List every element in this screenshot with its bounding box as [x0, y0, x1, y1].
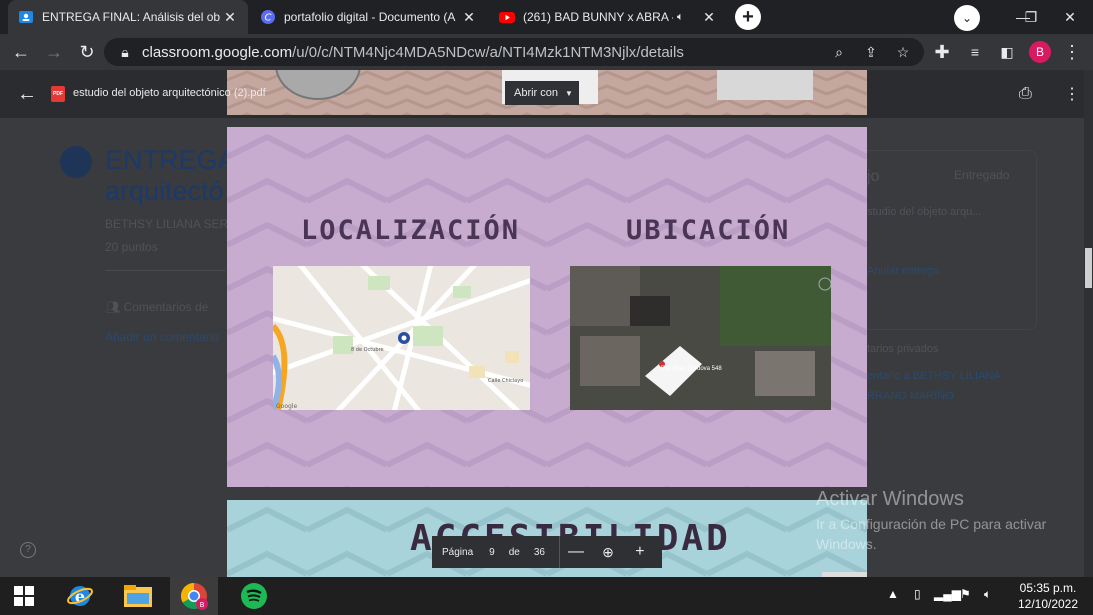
- browser-toolbar: ← → ↻ 🔒︎ classroom.google.com/u/0/c/NTM4…: [0, 34, 1093, 70]
- svg-text:Calle Chiclayo: Calle Chiclayo: [488, 378, 523, 384]
- svg-text:8 de Octubre: 8 de Octubre: [351, 347, 384, 353]
- page-controls: Página 9 de 36 — ⊕ +: [432, 536, 662, 568]
- speaker-icon[interactable]: 🔈︎: [677, 11, 684, 24]
- battery-icon[interactable]: ▯: [914, 587, 921, 601]
- zoom-icon[interactable]: ⌕: [830, 43, 848, 61]
- page-of-label: de: [508, 546, 520, 558]
- unsubmit-button[interactable]: Anular entrega: [867, 265, 939, 277]
- file-explorer-icon[interactable]: [114, 577, 162, 615]
- private-comment-link-1[interactable]: entario a BETHSY LILIANA: [867, 370, 1001, 382]
- print-icon[interactable]: ⎙: [1019, 85, 1032, 103]
- spotify-icon[interactable]: [230, 577, 278, 615]
- new-tab-button[interactable]: +: [735, 4, 761, 30]
- assignment-author: BETHSY LILIANA SERR: [105, 217, 237, 231]
- side-panel-icon[interactable]: ◧: [995, 40, 1019, 64]
- chrome-icon[interactable]: B: [170, 577, 218, 615]
- address-bar[interactable]: 🔒︎ classroom.google.com/u/0/c/NTM4Njc4MD…: [104, 38, 924, 66]
- forward-button[interactable]: →: [42, 40, 66, 64]
- heading-localizacion: LOCALIZACIÓN: [301, 215, 521, 246]
- activation-watermark-text: Ir a Configuración de PC para activar Wi…: [816, 516, 1047, 552]
- your-work-title: jo: [867, 168, 880, 185]
- svg-text:B: B: [200, 601, 205, 609]
- viewer-top-bar: ← PDF estudio del objeto arquitectónico …: [0, 70, 1093, 118]
- caret-down-icon: ▼: [565, 88, 573, 98]
- heading-ubicacion: UBICACIÓN: [626, 215, 791, 246]
- private-comment-link-2[interactable]: RRANO MARIÑO: [867, 390, 954, 402]
- street-map-image: 8 de Octubre Calle Chiclayo Google: [273, 266, 530, 410]
- tab-title: ENTREGA FINAL: Análisis del obje: [42, 10, 220, 24]
- tab-strip: ENTREGA FINAL: Análisis del obje ✕ C por…: [0, 0, 1093, 34]
- close-icon[interactable]: ✕: [701, 9, 717, 26]
- reload-button[interactable]: ↻: [75, 40, 99, 64]
- scrollbar[interactable]: [1084, 70, 1093, 577]
- extensions-icon[interactable]: ✚: [930, 40, 954, 64]
- people-icon: 👥︎: [105, 300, 124, 314]
- windows-icon: [14, 586, 34, 606]
- page-total: 36: [533, 546, 545, 558]
- flag-icon[interactable]: ⚑: [960, 587, 971, 601]
- pdf-page-current: LOCALIZACIÓN UBICACIÓN 8 de Octubre Call…: [227, 127, 867, 487]
- share-icon[interactable]: ⇪: [862, 43, 880, 61]
- internet-explorer-icon[interactable]: e: [56, 577, 104, 615]
- satellite-address-label: Psj. Gral. Córdova 548: [661, 366, 722, 372]
- zoom-icon[interactable]: ⊕: [592, 544, 624, 561]
- avatar: B: [1029, 41, 1051, 63]
- svg-text:C: C: [265, 13, 272, 24]
- zoom-in-button[interactable]: +: [624, 543, 656, 561]
- back-button[interactable]: ←: [9, 40, 33, 64]
- star-icon[interactable]: ☆: [894, 43, 912, 61]
- profile-button[interactable]: B: [1028, 40, 1052, 64]
- lock-icon[interactable]: 🔒︎: [116, 43, 134, 61]
- close-window-button[interactable]: ✕: [1047, 0, 1093, 34]
- start-button[interactable]: [0, 577, 48, 615]
- page-label: Página: [442, 546, 474, 558]
- pdf-file-icon: PDF: [51, 86, 65, 102]
- tab-youtube[interactable]: (261) BAD BUNNY x ABRA - S 🔈︎ ✕: [489, 0, 727, 34]
- url-text[interactable]: classroom.google.com/u/0/c/NTM4Njc4MDA5N…: [142, 44, 684, 61]
- show-hidden-icons[interactable]: ▲: [887, 587, 899, 601]
- add-comment-link[interactable]: Añadir un comentario: [105, 330, 219, 344]
- satellite-image: Psj. Gral. Córdova 548: [570, 266, 831, 410]
- activation-watermark-title: Activar Windows: [816, 488, 964, 510]
- close-icon[interactable]: ✕: [461, 9, 477, 26]
- assignment-points: 20 puntos: [105, 240, 158, 254]
- page-number-input[interactable]: 9: [489, 547, 495, 558]
- signal-icon[interactable]: ▂▄▆: [934, 587, 961, 601]
- open-with-button[interactable]: Abrir con ▼: [505, 81, 579, 105]
- close-icon[interactable]: ✕: [222, 9, 238, 26]
- tab-canva[interactable]: C portafolio digital - Documento (A ✕: [250, 0, 487, 34]
- back-arrow-icon[interactable]: ←: [17, 83, 37, 106]
- help-icon[interactable]: ?: [20, 542, 36, 558]
- tab-title: portafolio digital - Documento (A: [284, 10, 456, 24]
- divider: [105, 270, 225, 271]
- tab-title: (261) BAD BUNNY x ABRA - S: [523, 10, 673, 24]
- clock[interactable]: 05:35 p.m. 12/10/2022: [1010, 580, 1086, 612]
- youtube-icon: [499, 9, 515, 25]
- scrollbar-thumb[interactable]: [1085, 248, 1092, 288]
- class-comments-label: 👥︎ Comentarios de: [105, 300, 209, 314]
- canva-icon: C: [260, 9, 276, 25]
- volume-icon[interactable]: 🔈︎: [984, 587, 991, 602]
- private-comments-label: tarios privados: [867, 343, 939, 355]
- classroom-icon: [18, 9, 34, 25]
- more-options-icon[interactable]: ⋮: [1064, 84, 1080, 104]
- svg-text:Google: Google: [276, 403, 297, 410]
- media-control-icon[interactable]: ≡: [963, 40, 987, 64]
- menu-icon[interactable]: ⋮: [1060, 40, 1084, 64]
- tab-classroom[interactable]: ENTREGA FINAL: Análisis del obje ✕: [8, 0, 248, 34]
- file-name: estudio del objeto arquitectónico (2).pd…: [73, 87, 266, 99]
- windows-taskbar: e B ▲ ▯ ▂▄▆ ⚑ 🔈︎ 05:35 p.m. 12/10/2022: [0, 577, 1093, 615]
- tab-search-button[interactable]: ⌄: [954, 5, 980, 31]
- zoom-out-button[interactable]: —: [560, 543, 592, 561]
- assignment-icon: [60, 146, 92, 178]
- attachment-name[interactable]: studio del objeto arqu...: [867, 206, 981, 218]
- status-badge: Entregado: [954, 168, 1010, 182]
- assignment-title: ENTREGA arquitectó: [105, 145, 236, 206]
